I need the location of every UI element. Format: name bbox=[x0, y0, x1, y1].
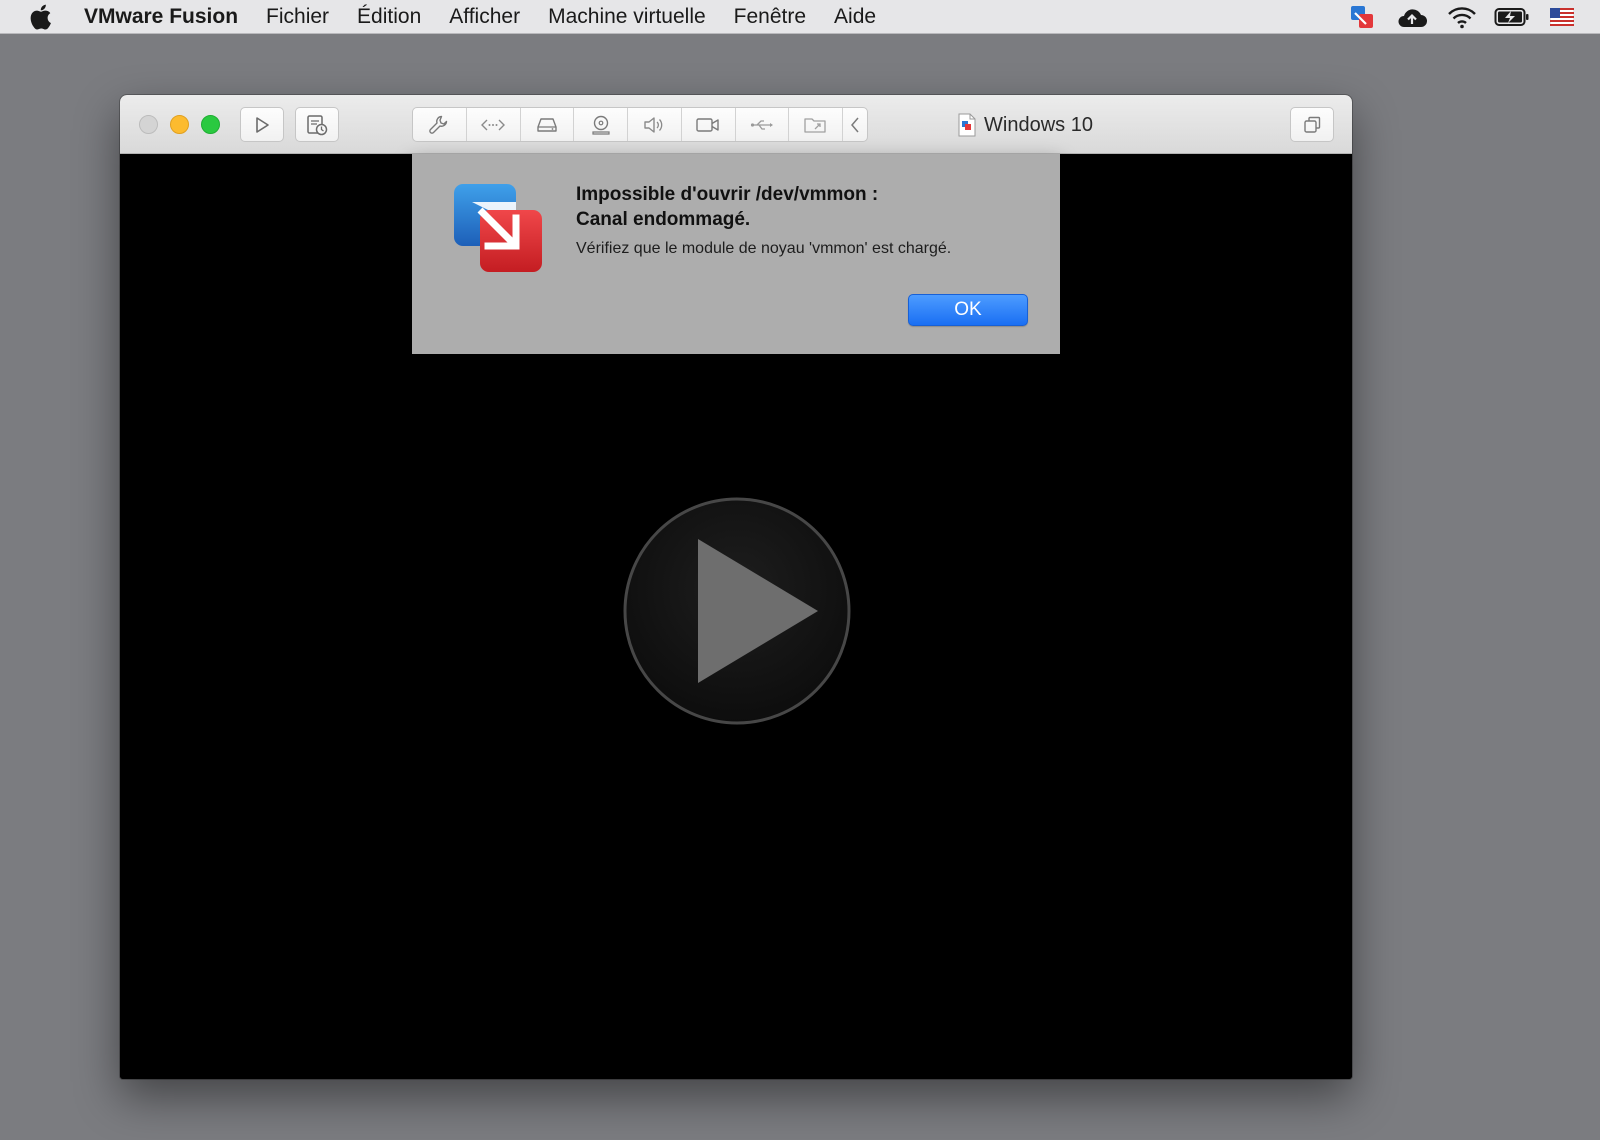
vm-document-icon bbox=[958, 113, 976, 137]
start-vm-button[interactable] bbox=[240, 107, 284, 142]
menu-fenetre[interactable]: Fenêtre bbox=[734, 5, 806, 29]
status-area bbox=[1344, 0, 1580, 34]
vmware-fusion-app-icon bbox=[454, 184, 542, 272]
settings-button[interactable] bbox=[413, 108, 467, 141]
camera-icon bbox=[696, 117, 719, 132]
menu-afficher[interactable]: Afficher bbox=[449, 5, 520, 29]
shared-folder-button[interactable] bbox=[789, 108, 844, 141]
chevron-left-icon bbox=[851, 117, 859, 132]
usb-button[interactable] bbox=[736, 108, 790, 141]
menu-edition[interactable]: Édition bbox=[357, 5, 421, 29]
us-flag-icon[interactable] bbox=[1544, 3, 1580, 31]
window-close-button[interactable] bbox=[139, 115, 158, 134]
shared-folder-icon bbox=[804, 117, 826, 133]
error-alert-sheet: Impossible d'ouvrir /dev/vmmon : Canal e… bbox=[412, 154, 1060, 354]
power-on-play-icon[interactable] bbox=[622, 496, 852, 726]
wifi-icon[interactable] bbox=[1444, 3, 1480, 31]
window-minimize-button[interactable] bbox=[170, 115, 189, 134]
menu-machine-virtuelle[interactable]: Machine virtuelle bbox=[548, 5, 706, 29]
sound-button[interactable] bbox=[628, 108, 682, 141]
camera-button[interactable] bbox=[682, 108, 736, 141]
snapshot-icon bbox=[307, 114, 328, 135]
snapshot-button[interactable] bbox=[295, 107, 339, 142]
cd-dvd-button[interactable] bbox=[574, 108, 629, 141]
alert-title-line-2: Canal endommagé. bbox=[576, 209, 751, 230]
menu-bar: VMware Fusion Fichier Édition Afficher M… bbox=[0, 0, 1600, 34]
alert-message: Vérifiez que le module de noyau 'vmmon' … bbox=[576, 240, 952, 257]
ok-button[interactable]: OK bbox=[908, 294, 1028, 326]
vmware-fusion-status-icon[interactable] bbox=[1344, 3, 1380, 31]
network-button[interactable] bbox=[467, 108, 521, 141]
cd-dvd-icon bbox=[592, 115, 610, 135]
battery-charging-icon[interactable] bbox=[1494, 3, 1530, 31]
hard-disk-button[interactable] bbox=[521, 108, 575, 141]
alert-title: Impossible d'ouvrir /dev/vmmon : Canal e… bbox=[576, 182, 1036, 232]
cloud-upload-icon[interactable] bbox=[1394, 3, 1430, 31]
wrench-icon bbox=[429, 115, 448, 134]
menu-fichier[interactable]: Fichier bbox=[266, 5, 329, 29]
vm-window: Windows 10 Impossible d'ouvrir /dev/vmmo… bbox=[120, 95, 1352, 1079]
fullscreen-icon bbox=[1304, 116, 1321, 133]
hard-disk-icon bbox=[537, 117, 557, 132]
window-title-text: Windows 10 bbox=[984, 113, 1093, 136]
menu-aide[interactable]: Aide bbox=[834, 5, 876, 29]
device-toolbar bbox=[412, 107, 868, 142]
usb-icon bbox=[750, 119, 773, 130]
menu-app-vmware-fusion[interactable]: VMware Fusion bbox=[84, 5, 238, 29]
play-icon bbox=[256, 116, 269, 133]
window-zoom-button[interactable] bbox=[201, 115, 220, 134]
apple-icon[interactable] bbox=[28, 3, 56, 31]
unity-view-button[interactable] bbox=[1290, 107, 1334, 142]
window-title: Windows 10 bbox=[958, 109, 1093, 141]
sound-icon bbox=[644, 116, 663, 133]
toolbar-collapse-button[interactable] bbox=[843, 108, 867, 141]
network-icon bbox=[481, 119, 506, 130]
window-titlebar: Windows 10 bbox=[120, 95, 1352, 154]
alert-title-line-1: Impossible d'ouvrir /dev/vmmon : bbox=[576, 184, 879, 205]
